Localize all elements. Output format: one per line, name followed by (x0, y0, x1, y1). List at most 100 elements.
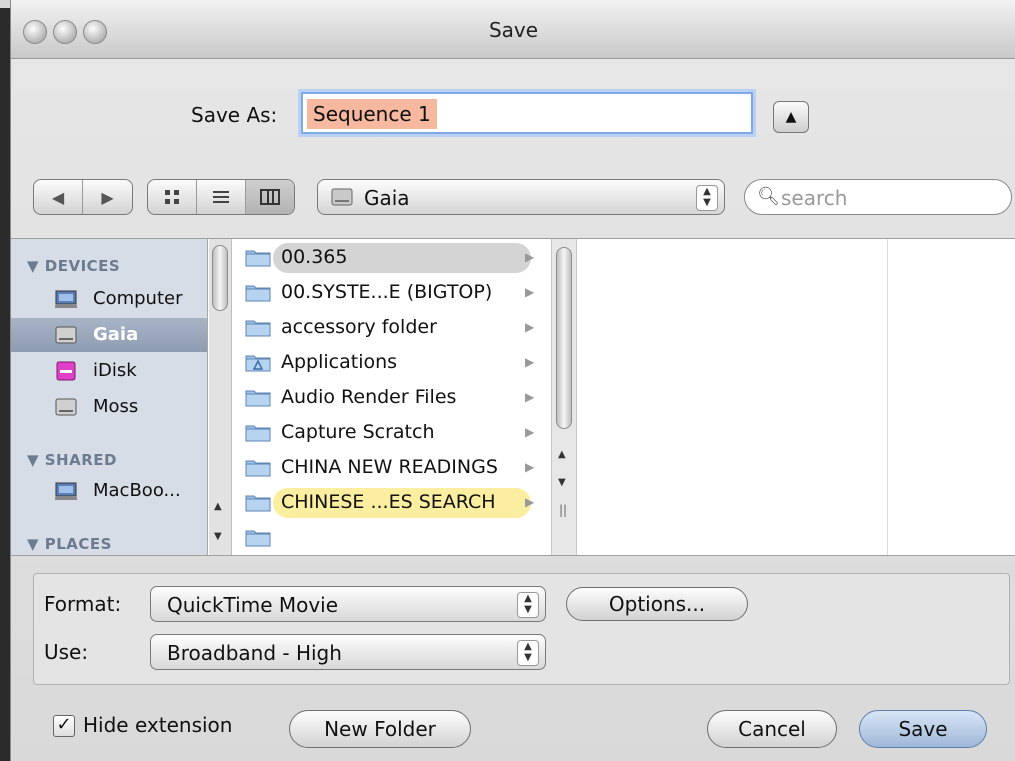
file-name: CHINA NEW READINGS (281, 456, 498, 478)
file-row[interactable]: Applications ▶ (233, 346, 551, 380)
dialog-body: Save As: Sequence 1 ▲ ◀ ▶ Gaia ▲ ▼ 🔍︎ se… (11, 59, 1015, 761)
back-arrow-icon: ◀ (51, 187, 65, 207)
disclosure-arrow-icon: ▶ (525, 250, 535, 264)
file-row[interactable]: accessory folder ▶ (233, 311, 551, 345)
new-folder-button[interactable]: New Folder (289, 710, 471, 748)
list-view-icon (213, 191, 229, 203)
computer-icon (55, 290, 77, 308)
save-as-value: Sequence 1 (307, 99, 437, 129)
popup-arrows-icon: ▲ ▼ (696, 185, 718, 211)
sidebar-item-macbook[interactable]: MacBoo... (11, 474, 207, 508)
sidebar-item-label: Moss (93, 396, 139, 417)
location-popup[interactable]: Gaia ▲ ▼ (317, 179, 725, 215)
network-computer-icon (55, 482, 77, 500)
save-as-field[interactable]: Sequence 1 (301, 92, 753, 134)
sidebar-item-computer[interactable]: Computer (11, 282, 207, 316)
use-label: Use: (44, 640, 89, 664)
sidebar-item-idisk[interactable]: iDisk (11, 354, 207, 388)
navigation-toolbar: ◀ ▶ Gaia ▲ ▼ 🔍︎ (11, 179, 1015, 225)
folder-icon (245, 317, 271, 337)
save-dialog: Save Save As: Sequence 1 ▲ ◀ ▶ Gaia ▲ ▼ … (10, 0, 1015, 761)
icon-view-button[interactable] (148, 180, 197, 214)
hard-drive-icon (55, 398, 77, 416)
sidebar-scrollbar[interactable]: ▲ ▼ (209, 239, 232, 555)
empty-column (577, 239, 888, 555)
popup-arrows-icon: ▲ ▼ (517, 592, 539, 618)
folder-icon (245, 282, 271, 302)
file-name: Applications (281, 351, 398, 373)
file-name: Audio Render Files (281, 386, 457, 408)
forward-button[interactable]: ▶ (83, 180, 132, 214)
sidebar-item-moss[interactable]: Moss (11, 390, 207, 424)
folder-icon (245, 247, 271, 267)
sidebar-item-label: Computer (93, 288, 183, 309)
disclosure-arrow-icon: ▶ (525, 320, 535, 334)
idisk-icon (56, 361, 76, 381)
sidebar-item-gaia[interactable]: Gaia (11, 318, 207, 352)
icon-view-icon (165, 190, 179, 204)
file-row[interactable]: CHINESE ...ES SEARCH ▶ (233, 486, 551, 520)
search-icon: 🔍︎ (757, 186, 780, 207)
column-resize-handle[interactable]: || (559, 503, 567, 517)
format-label: Format: (44, 592, 122, 616)
file-row[interactable]: 00.365 ▶ (233, 241, 551, 275)
file-row[interactable]: Capture Scratch ▶ (233, 416, 551, 450)
use-value: Broadband - High (167, 641, 342, 665)
file-column-scroll-thumb[interactable] (556, 247, 572, 429)
hard-drive-icon (55, 326, 77, 344)
sidebar-item-label: MacBoo... (93, 480, 181, 501)
file-row[interactable]: 00.SYSTE...E (BIGTOP) ▶ (233, 276, 551, 310)
back-button[interactable]: ◀ (34, 180, 83, 214)
sidebar-heading-places[interactable]: ▼ PLACES (27, 535, 112, 553)
format-options-panel: Format: QuickTime Movie ▲ ▼ Options... Us… (33, 573, 1010, 685)
file-column-scrollbar[interactable]: ▲ ▼ || (551, 239, 577, 555)
file-column: 00.365 ▶ 00.SYSTE...E (BIGTOP) ▶ accessory f… (233, 239, 551, 555)
file-name: 00.365 (281, 246, 348, 268)
forward-arrow-icon: ▶ (101, 187, 114, 207)
folder-icon (245, 492, 271, 512)
list-view-button[interactable] (197, 180, 246, 214)
scroll-down-icon[interactable]: ▼ (214, 531, 222, 542)
scroll-up-icon[interactable]: ▲ (214, 501, 222, 512)
sidebar-scroll-thumb[interactable] (212, 245, 228, 311)
collapse-dialog-button[interactable]: ▲ (773, 101, 809, 133)
search-input[interactable] (779, 184, 1003, 212)
file-row-partial[interactable] (233, 521, 551, 555)
format-select[interactable]: QuickTime Movie ▲ ▼ (150, 586, 546, 622)
search-field[interactable]: 🔍︎ (744, 179, 1012, 215)
sidebar-heading-devices[interactable]: ▼ DEVICES (27, 257, 120, 275)
options-button[interactable]: Options... (566, 587, 748, 621)
file-browser: ▼ DEVICES Computer Gaia iDisk Moss ▼ SHA… (11, 238, 1015, 556)
hide-extension-checkbox[interactable]: ✓ (53, 715, 75, 737)
save-button[interactable]: Save (859, 710, 987, 748)
save-as-label: Save As: (191, 103, 278, 127)
folder-icon (245, 527, 271, 547)
file-name: Capture Scratch (281, 421, 435, 443)
window-title: Save (488, 18, 539, 42)
view-mode-control (147, 179, 295, 215)
disclosure-arrow-icon: ▶ (525, 460, 535, 474)
title-bar[interactable]: Save (11, 0, 1015, 59)
scroll-down-icon[interactable]: ▼ (558, 477, 566, 488)
file-row[interactable]: CHINA NEW READINGS ▶ (233, 451, 551, 485)
folder-icon (245, 422, 271, 442)
column-view-button[interactable] (246, 180, 294, 214)
location-label: Gaia (364, 186, 410, 210)
sidebar-item-label: Gaia (93, 324, 139, 345)
file-row[interactable]: Audio Render Files ▶ (233, 381, 551, 415)
sidebar-heading-shared[interactable]: ▼ SHARED (27, 451, 117, 469)
scroll-up-icon[interactable]: ▲ (558, 449, 566, 460)
file-name: CHINESE ...ES SEARCH (281, 491, 496, 513)
disclosure-arrow-icon: ▶ (525, 285, 535, 299)
disclosure-arrow-icon: ▶ (525, 355, 535, 369)
use-select[interactable]: Broadband - High ▲ ▼ (150, 634, 546, 670)
cancel-button[interactable]: Cancel (707, 710, 837, 748)
checkmark-icon: ✓ (56, 714, 72, 735)
sidebar-item-label: iDisk (93, 360, 137, 381)
file-name: 00.SYSTE...E (BIGTOP) (281, 281, 493, 303)
hard-drive-icon (331, 188, 353, 206)
hide-extension-label[interactable]: Hide extension (83, 713, 232, 737)
sidebar: ▼ DEVICES Computer Gaia iDisk Moss ▼ SHA… (11, 239, 208, 555)
folder-icon (245, 387, 271, 407)
disclosure-arrow-icon: ▶ (525, 425, 535, 439)
